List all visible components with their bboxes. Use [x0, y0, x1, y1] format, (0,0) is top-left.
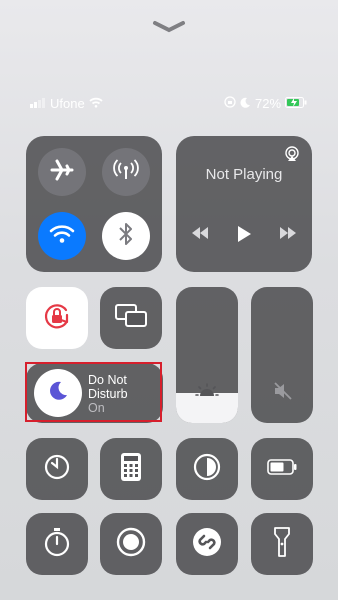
- dnd-moon-badge: [34, 369, 82, 417]
- speaker-muted-icon: [273, 381, 293, 406]
- wifi-icon: [49, 223, 75, 250]
- airplay-icon[interactable]: [284, 146, 300, 167]
- wifi-status-icon: [89, 96, 103, 111]
- dismiss-chevron-icon[interactable]: [152, 20, 186, 34]
- dnd-text: Do Not Disturb On: [88, 373, 128, 415]
- now-playing-label: Not Playing: [205, 166, 283, 183]
- timer-icon: [43, 453, 71, 486]
- fast-forward-button[interactable]: [278, 226, 298, 245]
- volume-slider[interactable]: [251, 287, 313, 423]
- cellular-antenna-icon: [113, 157, 139, 188]
- battery-charging-icon: [285, 96, 307, 111]
- cellular-data-toggle[interactable]: [102, 148, 150, 196]
- carrier-name: Ufone: [50, 96, 85, 111]
- bluetooth-toggle[interactable]: [102, 212, 150, 260]
- airplane-mode-toggle[interactable]: [38, 148, 86, 196]
- dnd-title-line2: Disturb: [88, 387, 128, 401]
- battery-percent: 72%: [255, 96, 282, 111]
- signal-icon: [30, 96, 46, 111]
- dark-mode-button[interactable]: [176, 438, 238, 500]
- rotation-lock-toggle[interactable]: [26, 287, 88, 349]
- low-power-mode-button[interactable]: [251, 438, 313, 500]
- airplane-icon: [49, 157, 75, 188]
- appearance-icon: [192, 452, 222, 487]
- now-playing-panel: Not Playing: [176, 136, 312, 272]
- flashlight-button[interactable]: [251, 513, 313, 575]
- bluetooth-icon: [116, 221, 136, 252]
- screen-mirroring-button[interactable]: [100, 287, 162, 349]
- rotation-lock-status-icon: [224, 96, 236, 111]
- record-icon: [115, 526, 147, 563]
- stopwatch-icon: [43, 527, 71, 562]
- rotation-lock-icon: [42, 301, 72, 336]
- status-bar-left: Ufone: [30, 96, 103, 111]
- moon-status-icon: [240, 96, 251, 111]
- shazam-button[interactable]: [176, 513, 238, 575]
- dnd-state: On: [88, 401, 105, 415]
- wifi-toggle[interactable]: [38, 212, 86, 260]
- calculator-button[interactable]: [100, 438, 162, 500]
- timer-button[interactable]: [26, 438, 88, 500]
- flashlight-icon: [274, 526, 290, 563]
- status-bar-right: 72%: [224, 96, 307, 111]
- connectivity-panel: [26, 136, 162, 272]
- sun-icon: [195, 383, 219, 404]
- moon-icon: [47, 380, 69, 407]
- brightness-slider[interactable]: [176, 287, 238, 423]
- dnd-title-line1: Do Not: [88, 373, 127, 387]
- shazam-icon: [191, 526, 223, 563]
- screen-mirroring-icon: [114, 303, 148, 334]
- play-button[interactable]: [236, 225, 252, 248]
- battery-icon: [267, 458, 297, 480]
- screen-recording-button[interactable]: [100, 513, 162, 575]
- calculator-icon: [120, 452, 142, 487]
- rewind-button[interactable]: [190, 226, 210, 245]
- stopwatch-button[interactable]: [26, 513, 88, 575]
